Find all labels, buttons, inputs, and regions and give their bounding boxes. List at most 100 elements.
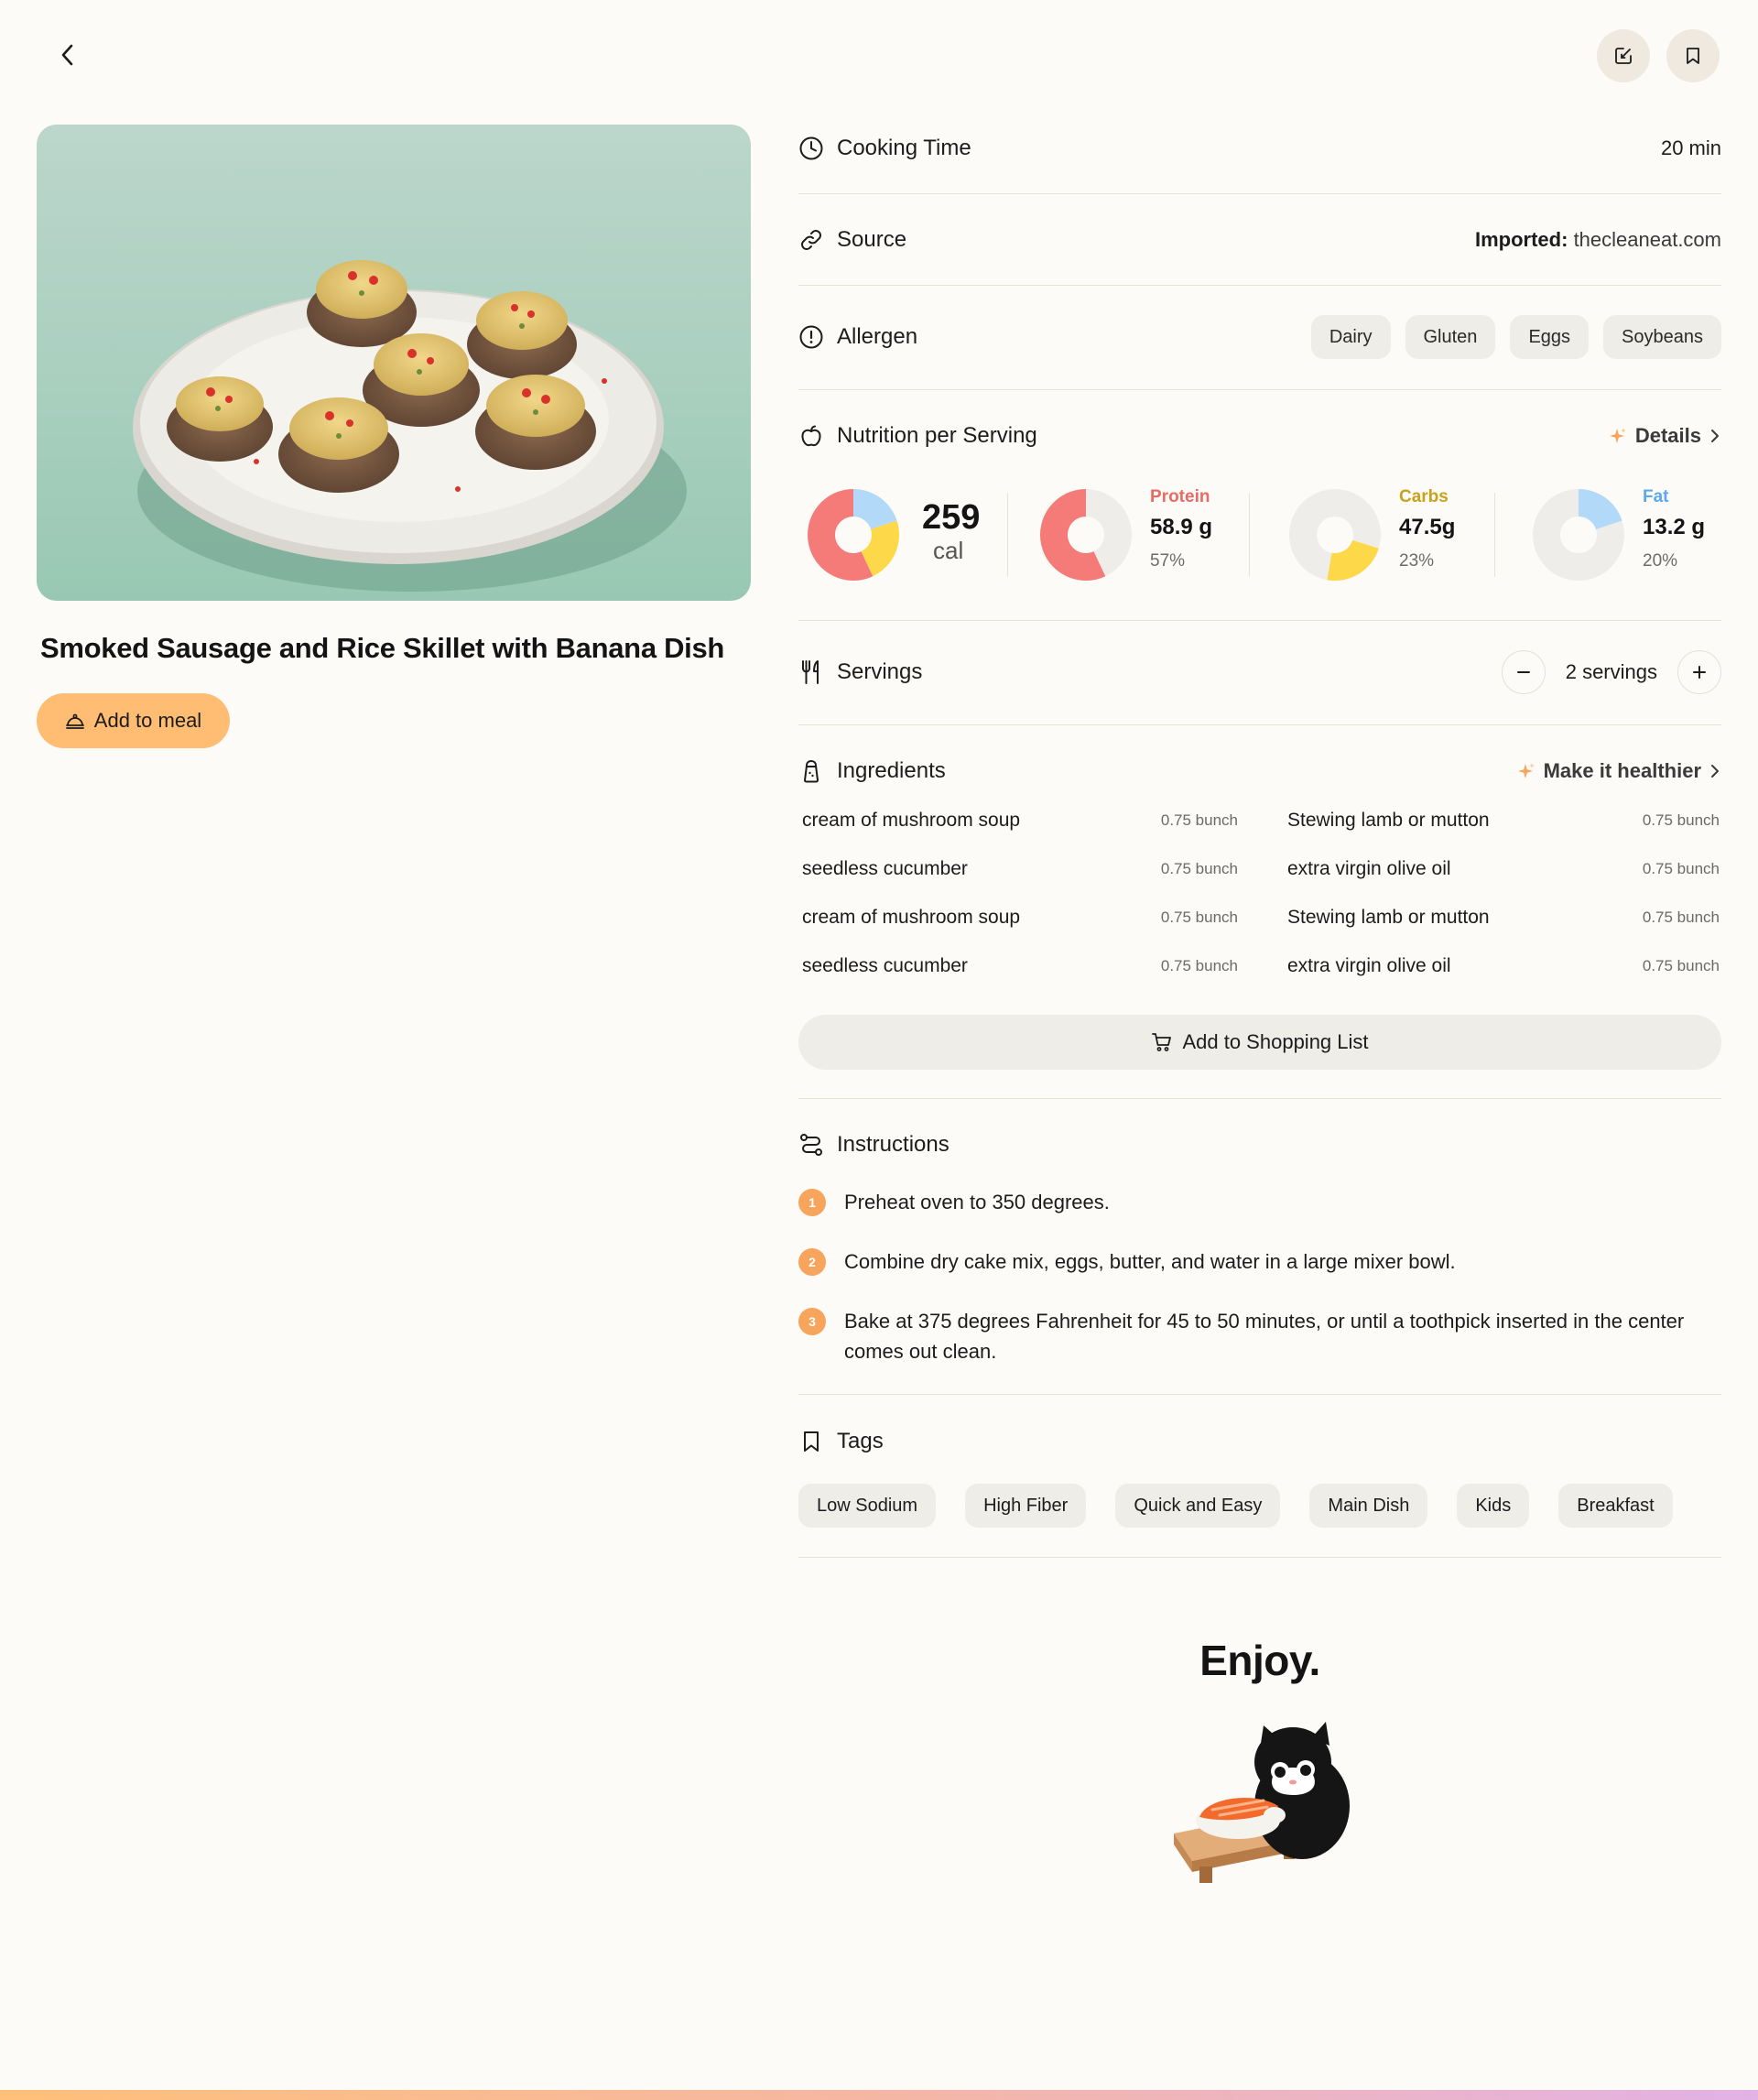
cart-icon [1152, 1033, 1172, 1051]
enjoy-heading: Enjoy. [1199, 1637, 1320, 1684]
recipe-photo [37, 125, 751, 601]
calories-unit: cal [933, 537, 964, 564]
protein-amount: 58.9 g [1150, 515, 1213, 539]
ingredient-name: seedless cucumber [802, 955, 968, 976]
nutrition-separator [1007, 493, 1008, 577]
servings-stepper: 2 servings [1501, 650, 1721, 694]
bookmark-button[interactable] [1666, 29, 1720, 82]
carbs-item: Carbs 47.5g 23% [1289, 480, 1491, 590]
cat-sushi-illustration [1174, 1722, 1350, 1883]
increase-servings-button[interactable] [1677, 650, 1721, 694]
divider [798, 285, 1721, 286]
instruction-step: 2 Combine dry cake mix, eggs, butter, an… [798, 1246, 1721, 1277]
instructions-header: Instructions [798, 1121, 1721, 1169]
step-number: 2 [798, 1248, 826, 1276]
servings-label: Servings [837, 659, 923, 684]
ingredient-name: seedless cucumber [802, 858, 968, 879]
cooking-time-row: Cooking Time 20 min [798, 125, 1721, 172]
cooking-time-label: Cooking Time [837, 136, 971, 160]
tag-chip[interactable]: Quick and Easy [1115, 1484, 1281, 1528]
make-healthier-link[interactable]: Make it healthier [1516, 759, 1721, 783]
ingredient-quantity: 0.75 bunch [1160, 811, 1238, 829]
ingredient-name: extra virgin olive oil [1287, 955, 1451, 976]
fat-donut [1533, 489, 1624, 581]
decrease-servings-button[interactable] [1501, 650, 1546, 694]
edit-icon [1615, 48, 1632, 64]
sparkle-icon [1609, 428, 1626, 443]
servings-value: 2 servings [1565, 660, 1657, 683]
bookmark-icon [1687, 48, 1699, 64]
salt-shaker-icon [804, 760, 819, 783]
tag-chip[interactable]: Low Sodium [798, 1484, 937, 1528]
utensils-icon [802, 660, 819, 684]
nutrition-separator [1249, 493, 1250, 577]
back-button[interactable] [48, 35, 88, 75]
ingredients-header: Ingredients Make it healthier [798, 747, 1721, 795]
divider [798, 1394, 1721, 1395]
source-value[interactable]: Imported: thecleaneat.com [1475, 228, 1721, 252]
ingredient-quantity: 0.75 bunch [1642, 811, 1720, 829]
allergen-chips: Dairy Gluten Eggs Soybeans [1310, 315, 1721, 359]
allergen-row: Allergen Dairy Gluten Eggs Soybeans [798, 313, 1721, 361]
fat-item: Fat 13.2 g 20% [1533, 480, 1716, 590]
tag-chip[interactable]: High Fiber [965, 1484, 1087, 1528]
nutrition-details-link[interactable]: Details [1608, 424, 1721, 448]
ingredient-item: seedless cucumber 0.75 bunch [802, 851, 1238, 887]
add-to-meal-button[interactable]: Add to meal [37, 693, 230, 748]
minus-icon [1516, 671, 1530, 673]
step-number: 1 [798, 1189, 826, 1216]
protein-donut [1040, 489, 1132, 581]
ingredient-name: cream of mushroom soup [802, 810, 1021, 831]
tag-chip[interactable]: Kids [1457, 1484, 1530, 1528]
nutrition-summary: 259 cal Protein 58.9 g 57% Carbs 47.5g 2… [798, 480, 1721, 590]
ingredient-item: cream of mushroom soup 0.75 bunch [802, 802, 1238, 839]
protein-item: Protein 58.9 g 57% [1040, 480, 1242, 590]
ingredient-quantity: 0.75 bunch [1160, 860, 1238, 877]
cooking-time-value: 20 min [1660, 136, 1721, 159]
allergen-label: Allergen [837, 324, 918, 349]
step-text: Combine dry cake mix, eggs, butter, and … [844, 1250, 1456, 1273]
recipe-title: Smoked Sausage and Rice Skillet with Ban… [40, 632, 725, 664]
divider [798, 724, 1721, 725]
tags-label: Tags [837, 1429, 884, 1453]
add-to-meal-label: Add to meal [93, 709, 202, 732]
step-text: Preheat oven to 350 degrees. [844, 1191, 1110, 1213]
divider [798, 1098, 1721, 1099]
carbs-segment [1327, 539, 1379, 581]
plus-icon [1693, 666, 1706, 679]
meal-cloche-icon [65, 713, 84, 729]
shopping-list-label: Add to Shopping List [1182, 1030, 1369, 1053]
clock-icon [799, 136, 823, 160]
allergen-chip: Dairy [1310, 315, 1391, 359]
ingredient-name: extra virgin olive oil [1287, 858, 1451, 879]
source-site: thecleaneat.com [1573, 228, 1721, 251]
details-label: Details [1634, 424, 1701, 447]
calories-donut [808, 489, 899, 581]
carbs-percent: 23% [1399, 551, 1435, 571]
instruction-step: 3 Bake at 375 degrees Fahrenheit for 45 … [798, 1306, 1721, 1366]
divider [798, 620, 1721, 621]
calories-item: 259 cal [798, 480, 1000, 590]
carbs-amount: 47.5g [1399, 515, 1456, 539]
ingredient-item: extra virgin olive oil 0.75 bunch [1287, 851, 1720, 887]
ingredient-name: cream of mushroom soup [802, 907, 1021, 928]
bottom-gradient-bar [0, 2090, 1758, 2100]
fat-amount: 13.2 g [1643, 515, 1706, 539]
protein-name: Protein [1150, 487, 1210, 506]
tag-chip[interactable]: Breakfast [1558, 1484, 1673, 1528]
ingredient-item: Stewing lamb or mutton 0.75 bunch [1287, 899, 1720, 936]
tags-list: Low Sodium High Fiber Quick and Easy Mai… [798, 1484, 1673, 1528]
route-icon [800, 1134, 822, 1156]
add-to-shopping-list-button[interactable]: Add to Shopping List [798, 1015, 1721, 1070]
apple-icon [801, 425, 821, 447]
source-row: Source Imported: thecleaneat.com [798, 216, 1721, 264]
tag-chip[interactable]: Main Dish [1309, 1484, 1428, 1528]
nutrition-label: Nutrition per Serving [837, 423, 1037, 448]
nutrition-header: Nutrition per Serving Details [798, 412, 1721, 460]
chevron-left-icon [61, 44, 73, 66]
allergen-chip: Eggs [1510, 315, 1590, 359]
link-icon [801, 230, 821, 250]
instruction-step: 1 Preheat oven to 350 degrees. [798, 1187, 1721, 1217]
source-label: Source [837, 227, 907, 252]
edit-button[interactable] [1597, 29, 1650, 82]
